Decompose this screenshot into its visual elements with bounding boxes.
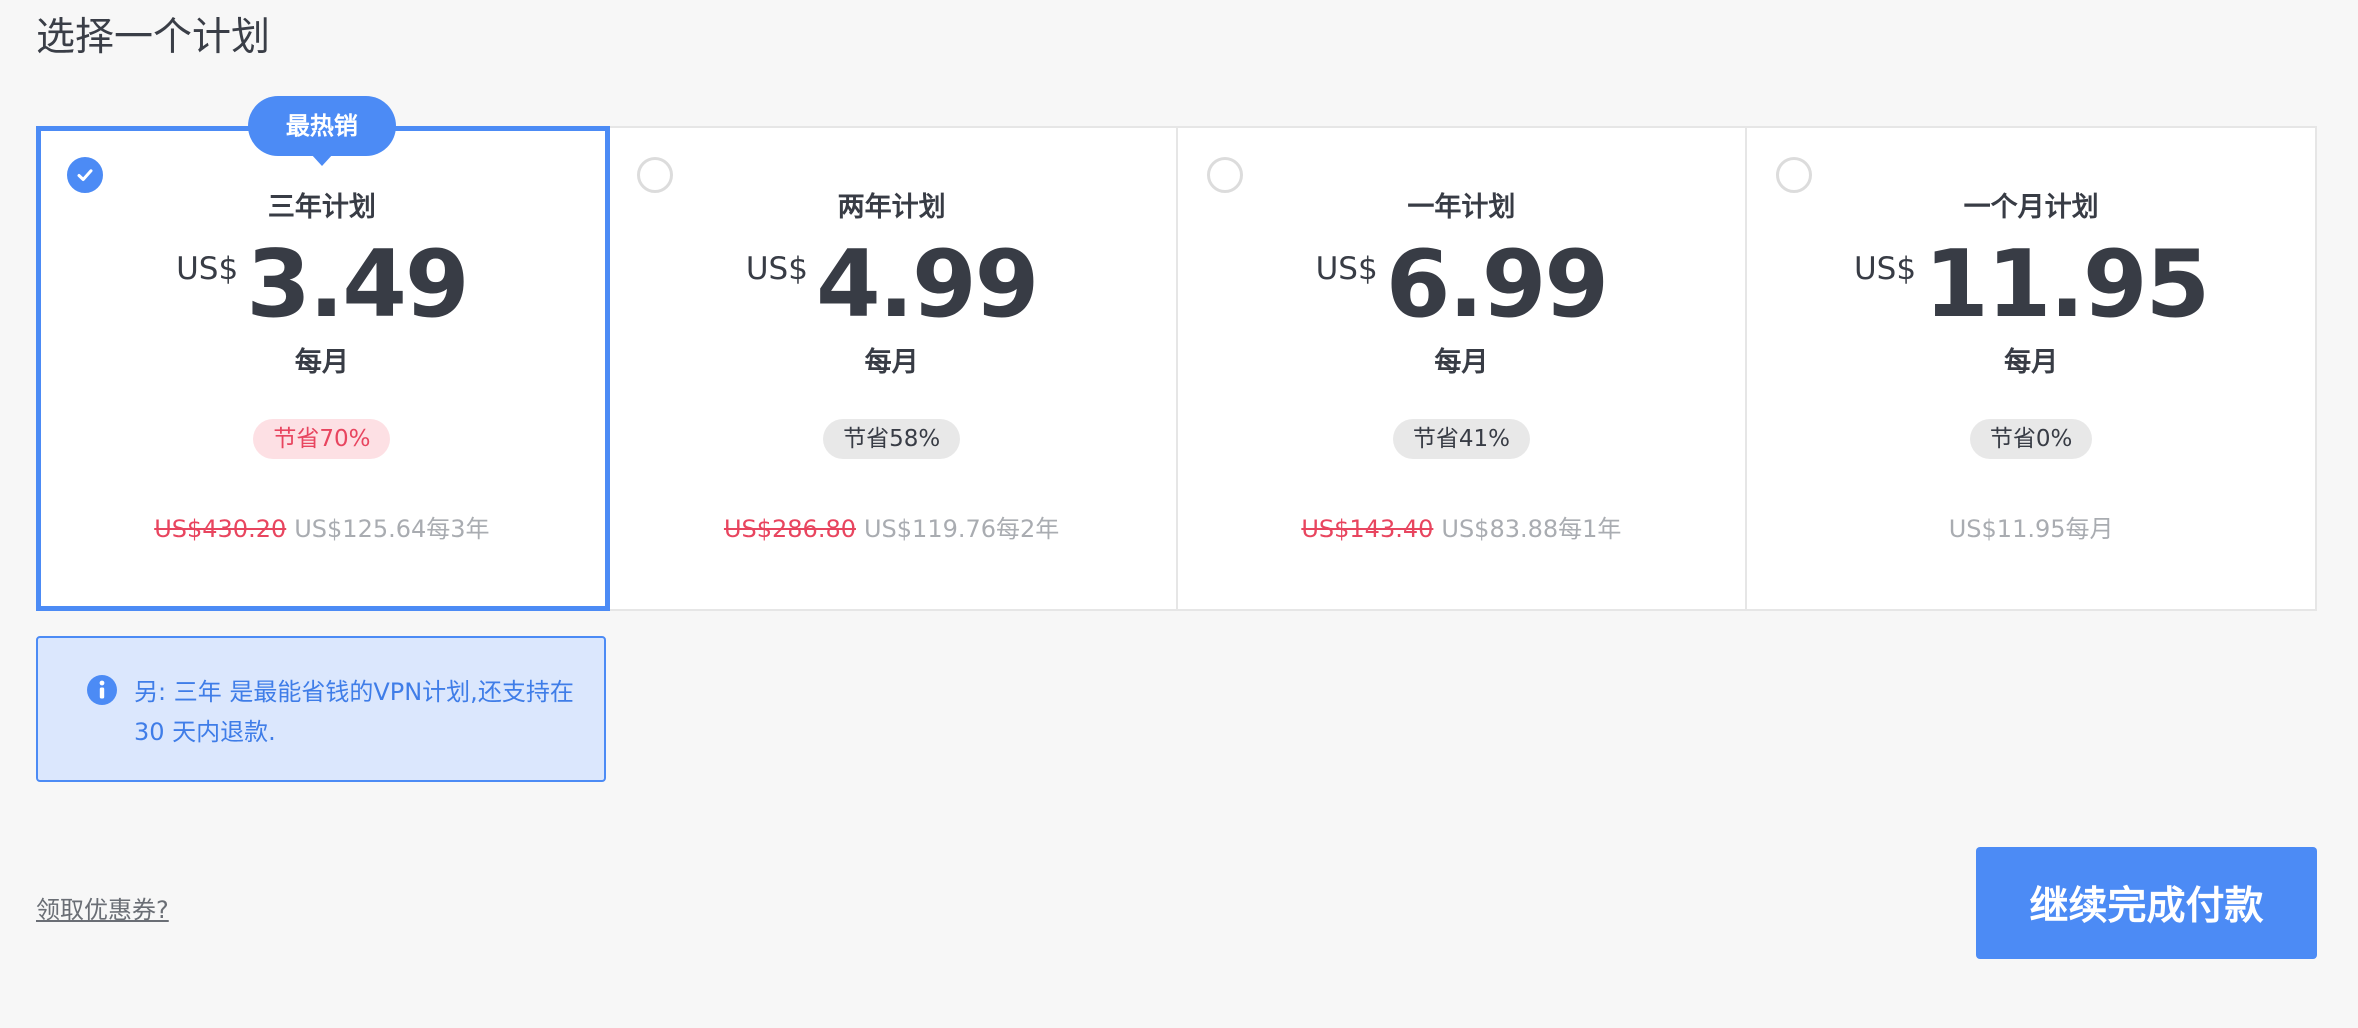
- plan-radio-1-year[interactable]: [1206, 157, 1243, 193]
- savings-badge: 节省41%: [1392, 419, 1530, 459]
- plan-name: 一年计划: [1407, 192, 1516, 223]
- plan-name: 一个月计划: [1963, 192, 2099, 223]
- price: US$ 6.99: [1315, 230, 1610, 338]
- price-currency: US$: [176, 251, 239, 287]
- price: US$ 4.99: [745, 230, 1040, 338]
- price-period: 每月: [2004, 347, 2059, 378]
- billed-price: US$83.88每1年: [1441, 515, 1622, 543]
- price-currency: US$: [1315, 251, 1378, 287]
- info-notice: 另: 三年 是最能省钱的VPN计划,还支持在 30 天内退款.: [36, 636, 606, 782]
- billing-line: US$143.40 US$83.88每1年: [1301, 509, 1621, 544]
- continue-payment-button[interactable]: 继续完成付款: [1976, 847, 2317, 959]
- billed-price: US$125.64每3年: [294, 515, 490, 543]
- billing-line: US$11.95每月: [1949, 509, 2114, 544]
- page-title: 选择一个计划: [36, 15, 271, 60]
- savings-badge: 节省0%: [1969, 419, 2093, 459]
- price-period: 每月: [294, 347, 349, 378]
- plan-selector: 最热销 三年计划 US$ 3.49 每月 节省70% US$430.20 US$1…: [36, 96, 2317, 611]
- original-price: US$286.80: [723, 515, 856, 543]
- price-amount: 4.99: [815, 230, 1039, 338]
- billing-line: US$430.20 US$125.64每3年: [154, 509, 489, 544]
- bestseller-badge: 最热销: [247, 96, 396, 166]
- plan-name: 三年计划: [267, 192, 376, 223]
- price-currency: US$: [745, 251, 808, 287]
- price-amount: 11.95: [1924, 230, 2210, 338]
- plan-radio-1-month[interactable]: [1776, 157, 1813, 193]
- plan-radio-2-year[interactable]: [636, 157, 673, 193]
- billed-price: US$119.76每2年: [863, 515, 1060, 543]
- price-amount: 3.49: [246, 230, 469, 338]
- billed-price: US$11.95每月: [1948, 515, 2114, 543]
- original-price: US$143.40: [1301, 515, 1434, 543]
- original-price: US$430.20: [154, 515, 287, 543]
- price-amount: 6.99: [1385, 230, 1609, 338]
- checkmark-icon: [77, 169, 93, 181]
- billing-line: US$286.80 US$119.76每2年: [724, 509, 1059, 544]
- price: US$ 3.49: [176, 230, 470, 338]
- savings-badge: 节省70%: [253, 419, 391, 459]
- price-currency: US$: [1853, 251, 1917, 287]
- plan-card-3-year[interactable]: 最热销 三年计划 US$ 3.49 每月 节省70% US$430.20 US$1…: [36, 96, 610, 611]
- plan-radio-3-year[interactable]: [67, 157, 103, 193]
- coupon-link[interactable]: 领取优惠券?: [36, 890, 169, 925]
- info-text: 另: 三年 是最能省钱的VPN计划,还支持在 30 天内退款.: [134, 678, 574, 746]
- plan-card-1-year[interactable]: 一年计划 US$ 6.99 每月 节省41% US$143.40 US$83.88…: [1178, 128, 1748, 609]
- price-period: 每月: [1434, 347, 1489, 378]
- price: US$ 11.95: [1853, 230, 2210, 338]
- plan-name: 两年计划: [837, 192, 946, 223]
- price-period: 每月: [864, 347, 919, 378]
- info-icon: [87, 675, 117, 705]
- plan-card-1-month[interactable]: 一个月计划 US$ 11.95 每月 节省0% US$11.95每月: [1747, 128, 2315, 609]
- savings-badge: 节省58%: [823, 419, 961, 459]
- plan-card-2-year[interactable]: 两年计划 US$ 4.99 每月 节省58% US$286.80 US$119.7…: [608, 128, 1178, 609]
